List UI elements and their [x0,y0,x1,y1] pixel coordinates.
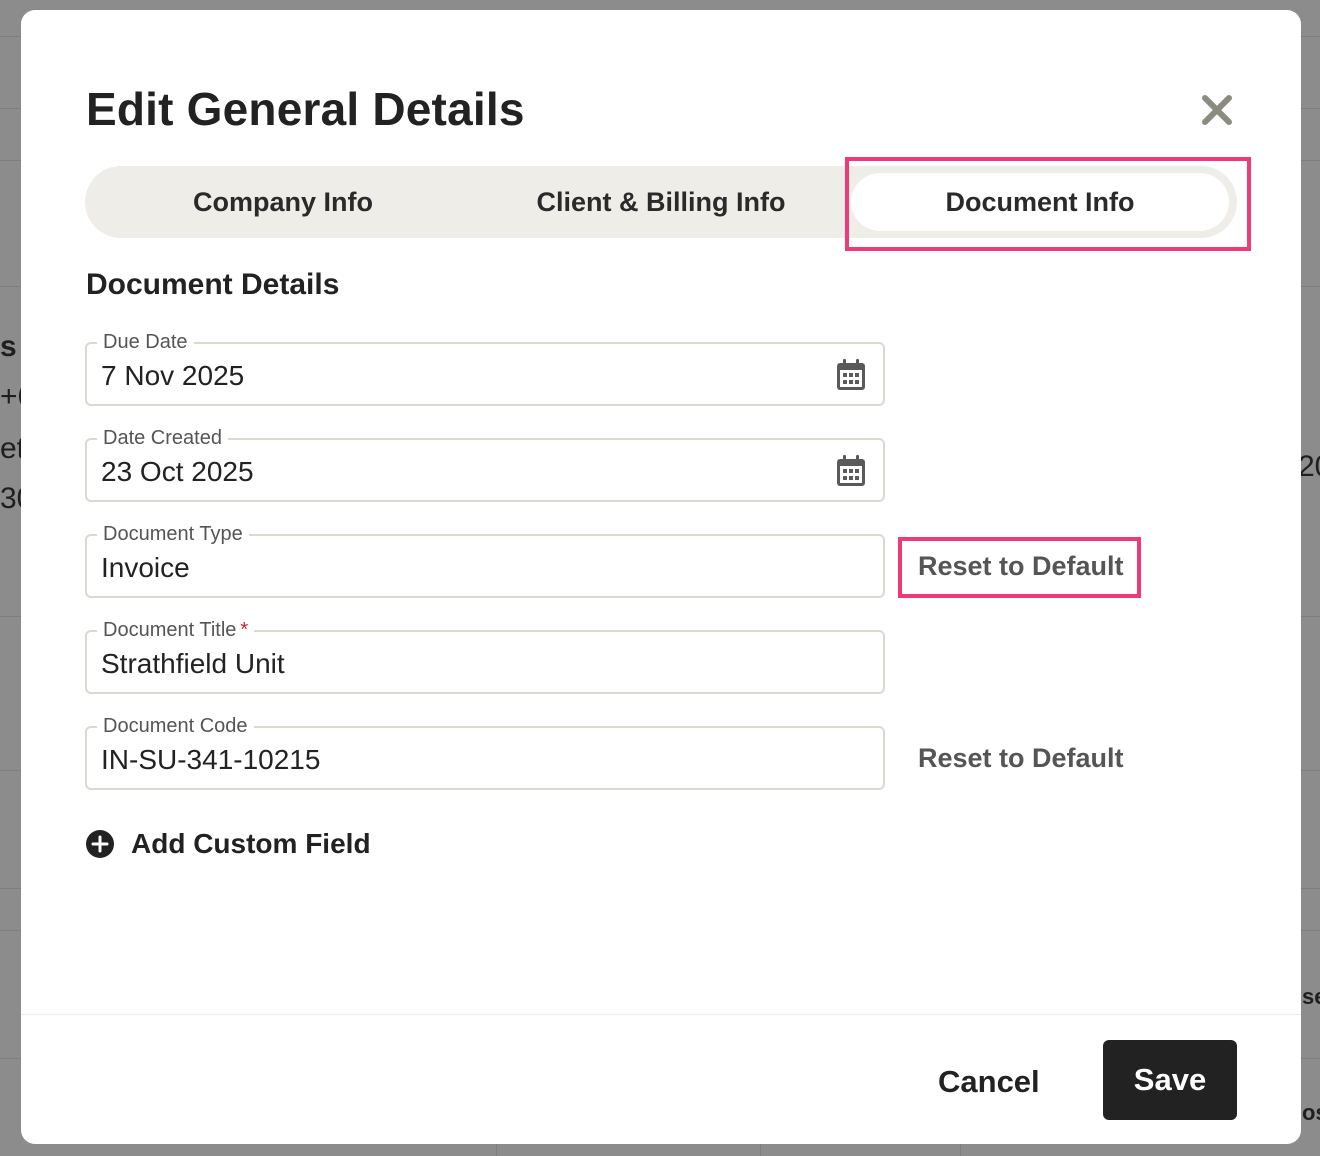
add-custom-field-label: Add Custom Field [131,828,371,859]
tab-bar: Company Info Client & Billing Info Docum… [85,166,1237,238]
document-type-input[interactable] [101,552,801,584]
cancel-button[interactable]: Cancel [938,1064,1040,1100]
calendar-icon[interactable] [835,454,867,488]
document-code-label: Document Code [97,714,254,738]
due-date-field[interactable]: Due Date [85,330,885,406]
section-title: Document Details [86,268,340,301]
dialog-title: Edit General Details [86,83,525,135]
reset-document-type-button[interactable]: Reset to Default [918,551,1124,582]
background-text: 20 [1298,450,1320,483]
document-type-label: Document Type [97,522,249,546]
save-button[interactable]: Save [1103,1040,1237,1120]
background-text: se [1302,984,1320,1009]
document-title-input[interactable] [101,648,801,680]
due-date-input[interactable] [101,360,801,392]
tab-document-info[interactable]: Document Info [851,173,1229,231]
due-date-label: Due Date [97,330,194,354]
tab-company-info[interactable]: Company Info [93,166,473,238]
document-code-input[interactable] [101,744,801,776]
close-icon [1202,95,1232,125]
plus-circle-icon [86,830,114,858]
date-created-label: Date Created [97,426,228,450]
add-custom-field-button[interactable]: Add Custom Field [85,828,371,860]
document-code-field[interactable]: Document Code [85,714,885,790]
tab-client-billing-info[interactable]: Client & Billing Info [471,166,851,238]
document-title-label: Document Title * [97,618,255,642]
close-button[interactable] [1197,90,1237,130]
required-mark: * [240,619,249,641]
document-title-field[interactable]: Document Title * [85,618,885,694]
document-type-field[interactable]: Document Type [85,522,885,598]
edit-general-details-dialog: Edit General Details Company Info Client… [21,10,1301,1144]
date-created-input[interactable] [101,456,801,488]
background-text: s [0,330,17,363]
calendar-icon[interactable] [835,358,867,392]
reset-document-code-button[interactable]: Reset to Default [918,743,1124,774]
footer-divider [21,1014,1301,1015]
date-created-field[interactable]: Date Created [85,426,885,502]
document-title-label-text: Document Title [103,619,237,641]
background-text: os [1302,1100,1320,1125]
